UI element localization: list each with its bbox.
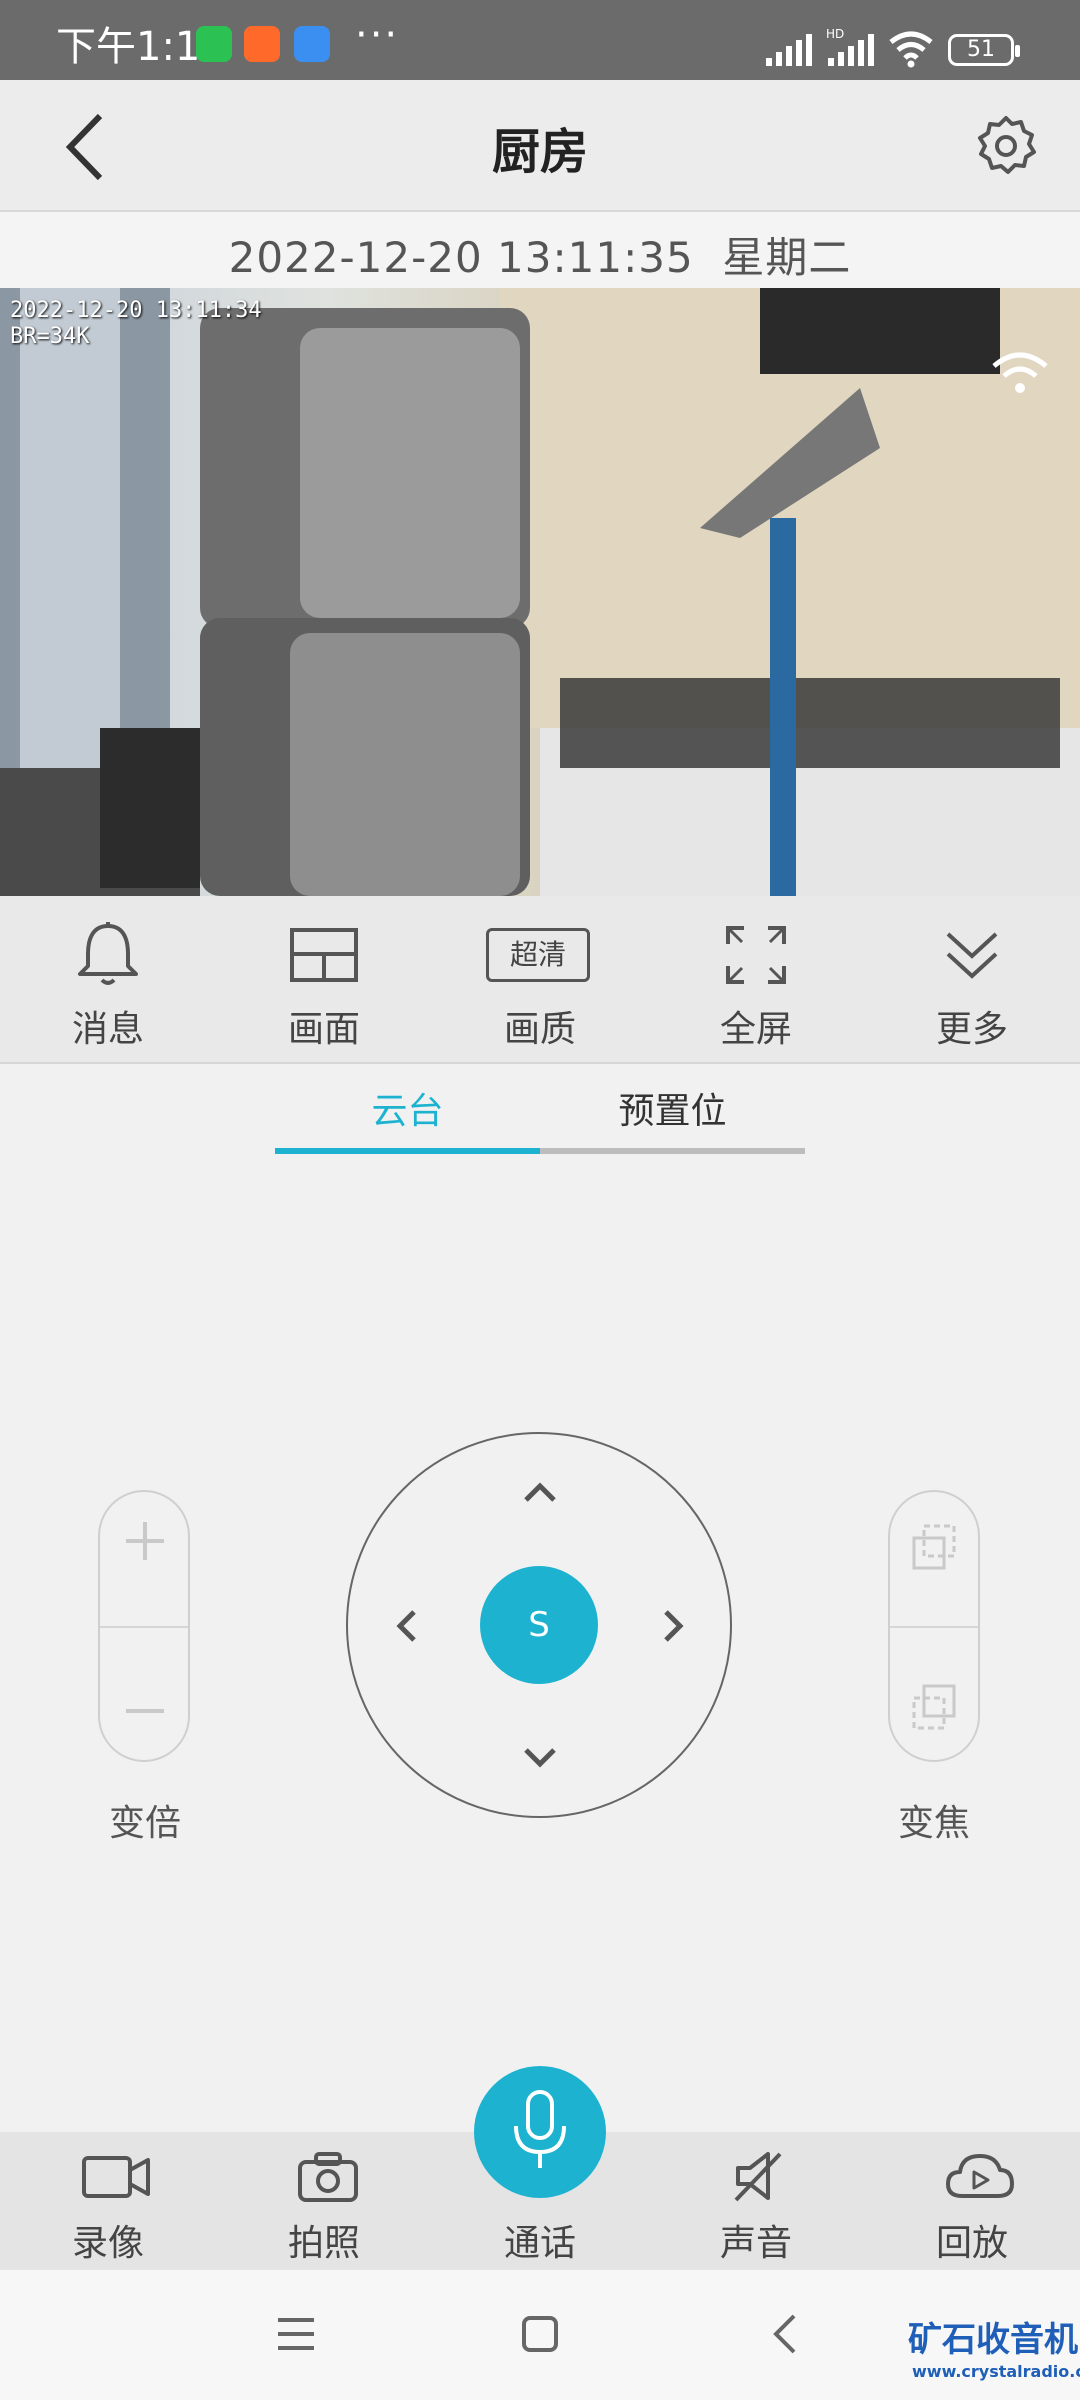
tab-ptz-indicator [275,1148,540,1154]
wechat-icon [196,26,232,62]
focus-near-icon[interactable] [910,1522,960,1572]
toolbar-layout-button[interactable]: 画面 [216,896,432,1062]
focus-far-icon[interactable] [910,1682,960,1732]
focus-control [888,1490,980,1762]
zoom-label: 变倍 [108,1803,181,1844]
video-camera-icon [82,2156,150,2198]
back-icon[interactable] [772,2312,798,2356]
gear-icon[interactable] [974,114,1038,178]
chevron-down-icon[interactable] [520,1744,560,1772]
watermark-url: www.crystalradio.cn [912,2362,1080,2381]
camera-icon [298,2152,358,2202]
snapshot-label: 拍照 [287,2223,360,2264]
bell-icon [78,922,138,985]
tab-ptz[interactable]: 云台 [275,1082,540,1134]
sound-label: 声音 [719,2223,792,2264]
toolbar-fullscreen-button[interactable]: 全屏 [648,896,864,1062]
sound-button[interactable]: 声音 [648,2132,864,2270]
date-time-label: 2022-12-20 13:11:35 星期二 [228,233,852,282]
video-bitrate: BR=34K [10,324,90,349]
chevron-right-icon[interactable] [660,1606,688,1646]
tab-preset[interactable]: 预置位 [540,1082,805,1134]
grid-icon [290,928,358,982]
cloud-play-icon [946,2154,1014,2198]
talk-label: 通话 [503,2223,576,2264]
status-bar: 下午1:11 ··· HD 51 [0,0,1080,80]
toolbar-more-button[interactable]: 更多 [864,896,1080,1062]
ptz-center-button[interactable]: S [480,1566,598,1684]
page-title: 厨房 [491,124,588,180]
toolbar-more-label: 更多 [935,1009,1008,1050]
speaker-muted-icon [734,2152,782,2202]
chevron-left-icon[interactable] [392,1606,420,1646]
signal-icon [766,34,812,66]
header: 厨房 [0,80,1080,212]
toolbar-layout-label: 画面 [287,1009,360,1050]
video-frame-image [0,288,1080,896]
fullscreen-icon [726,926,786,984]
playback-button[interactable]: 回放 [864,2132,1080,2270]
video-feed[interactable]: 2022-12-20 13:11:34 BR=34K [0,288,1080,896]
menu-icon[interactable] [276,2316,316,2352]
watermark-title: 矿石收音机 [908,2320,1078,2360]
toolbar-quality-button[interactable]: 超清 画质 [432,896,648,1062]
video-timestamp: 2022-12-20 13:11:34 [10,298,262,323]
talk-button[interactable] [474,2066,606,2198]
toolbar-message-button[interactable]: 消息 [0,896,216,1062]
date-bar: 2022-12-20 13:11:35 星期二 [0,212,1080,288]
app-icon [294,26,330,62]
svg-text:HD: HD [826,27,844,41]
record-label: 录像 [71,2223,144,2264]
wifi-icon [889,31,933,68]
toolbar-fullscreen-label: 全屏 [719,1009,792,1050]
toolbar-quality-label: 画质 [503,1009,576,1050]
chevron-up-icon[interactable] [520,1478,560,1506]
focus-label: 变焦 [897,1803,970,1844]
zoom-in-plus-icon[interactable] [122,1518,168,1564]
more-notifications-icon: ··· [355,12,400,58]
quality-badge: 超清 [486,928,590,982]
toolbar: 消息 画面 超清 画质 全屏 更多 [0,896,1080,1064]
playback-label: 回放 [935,2223,1008,2264]
home-icon[interactable] [520,2314,560,2354]
toolbar-message-label: 消息 [71,1009,144,1050]
taobao-icon [244,26,280,62]
zoom-control [98,1490,190,1762]
snapshot-button[interactable]: 拍照 [216,2132,432,2270]
tab-preset-indicator [540,1148,805,1154]
signal-hd-icon: HD [826,27,874,66]
double-chevron-down-icon [946,932,998,979]
record-button[interactable]: 录像 [0,2132,216,2270]
wifi-signal-icon [992,352,1048,393]
microphone-icon [514,2090,566,2168]
zoom-out-minus-icon[interactable] [122,1688,168,1734]
battery-indicator: 51 [948,34,1020,66]
ptz-tabs: 云台 预置位 [275,1062,805,1156]
